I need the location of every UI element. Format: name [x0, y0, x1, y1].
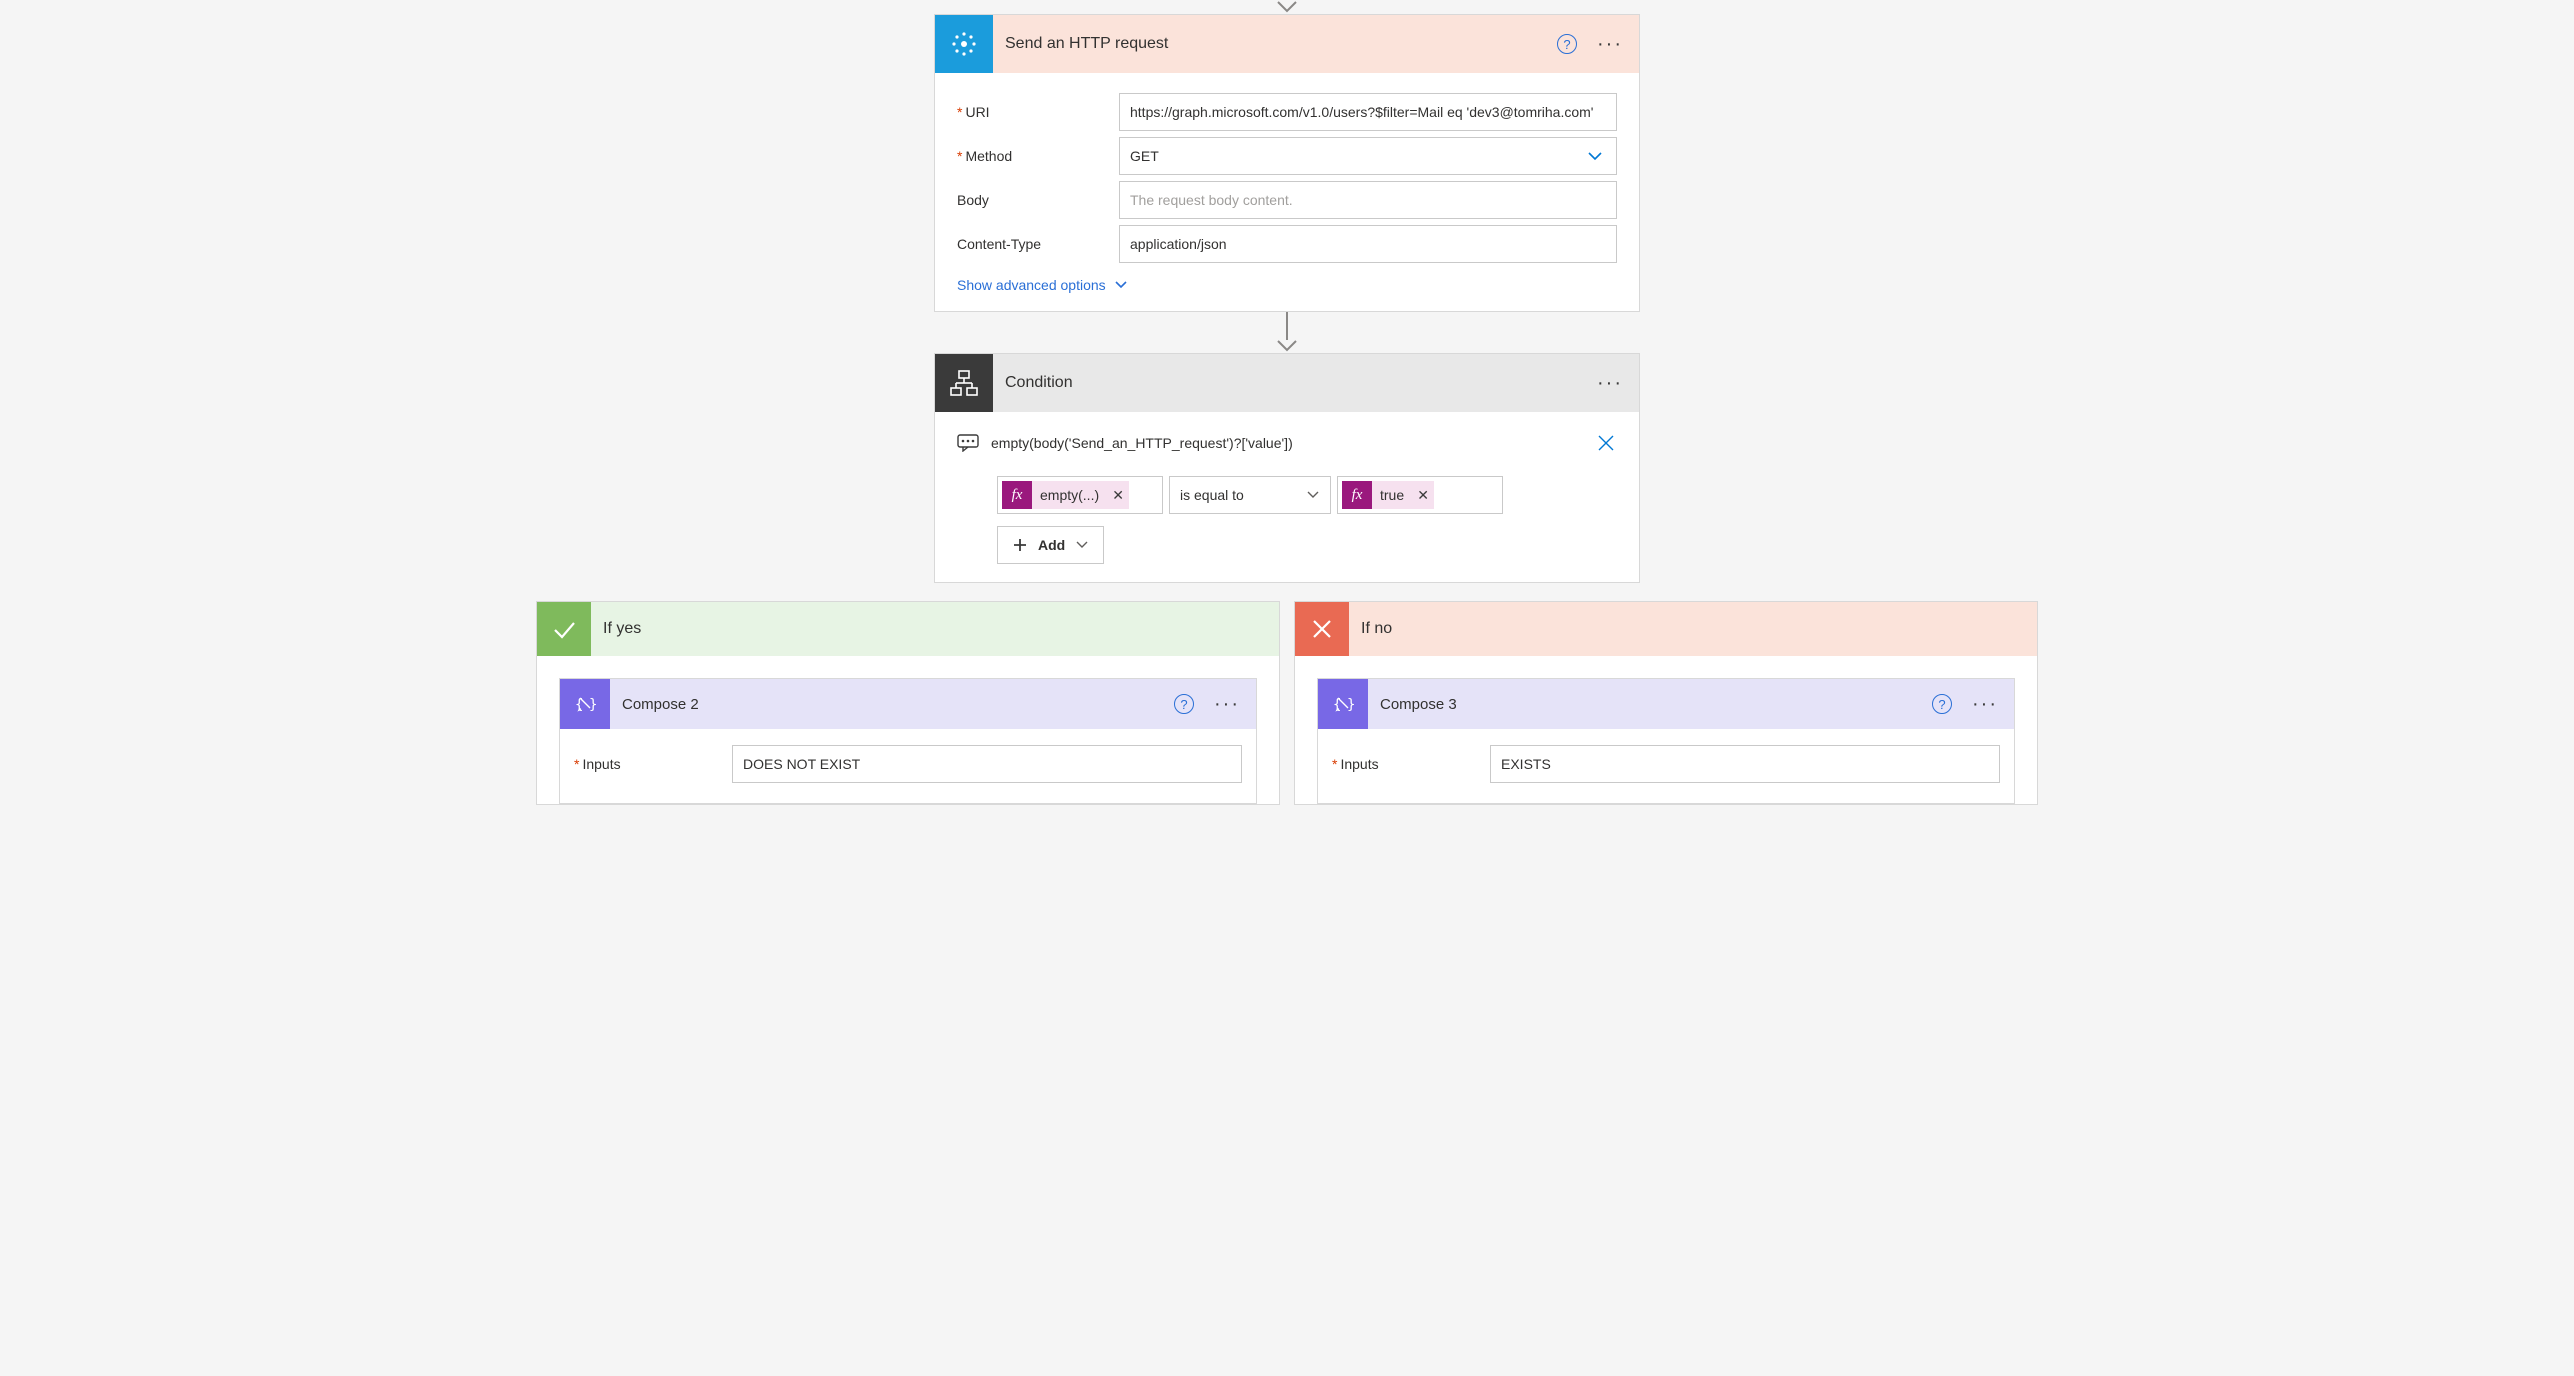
condition-expression: empty(body('Send_an_HTTP_request')?['val…	[991, 435, 1583, 451]
condition-row: fx empty(...) ✕ is equal to fx true ✕	[997, 476, 1617, 514]
chevron-down-icon	[1114, 278, 1128, 292]
compose3-inputs-field[interactable]: EXISTS	[1490, 745, 2000, 783]
svg-text:}: }	[1347, 697, 1355, 713]
show-advanced-link[interactable]: Show advanced options	[957, 277, 1128, 293]
condition-left-operand[interactable]: fx empty(...) ✕	[997, 476, 1163, 514]
svg-text:}: }	[589, 697, 597, 713]
compose2-inputs-label: Inputs	[574, 756, 732, 772]
uri-label: URI	[957, 104, 1119, 120]
if-yes-header[interactable]: If yes	[537, 602, 1279, 656]
condition-icon	[935, 354, 993, 412]
close-icon[interactable]	[1595, 432, 1617, 454]
body-input[interactable]: The request body content.	[1119, 181, 1617, 219]
method-select[interactable]: GET	[1119, 137, 1617, 175]
if-yes-title: If yes	[591, 620, 641, 638]
help-icon[interactable]: ?	[1557, 34, 1577, 54]
plus-icon	[1012, 537, 1028, 553]
uri-input[interactable]: https://graph.microsoft.com/v1.0/users?$…	[1119, 93, 1617, 131]
expression-icon	[957, 434, 979, 452]
advanced-label: Show advanced options	[957, 277, 1106, 293]
operator-value: is equal to	[1180, 487, 1244, 503]
chevron-down-icon	[1586, 147, 1604, 165]
help-icon[interactable]: ?	[1932, 694, 1952, 714]
if-no-header[interactable]: If no	[1295, 602, 2037, 656]
incoming-arrow	[536, 0, 2038, 14]
compose3-inputs-value: EXISTS	[1501, 756, 1551, 772]
condition-title: Condition	[993, 374, 1597, 392]
add-condition-button[interactable]: Add	[997, 526, 1104, 564]
uri-value: https://graph.microsoft.com/v1.0/users?$…	[1130, 104, 1593, 120]
compose-icon: {}	[1318, 679, 1368, 729]
ct-value: application/json	[1130, 236, 1227, 252]
help-icon[interactable]: ?	[1174, 694, 1194, 714]
compose2-inputs-value: DOES NOT EXIST	[743, 756, 860, 772]
add-label: Add	[1038, 537, 1065, 553]
chevron-down-icon	[1306, 488, 1320, 502]
http-request-action: Send an HTTP request ? ··· URI https://g…	[934, 14, 1640, 312]
remove-token-icon[interactable]: ✕	[1107, 481, 1129, 509]
remove-token-icon[interactable]: ✕	[1412, 481, 1434, 509]
ct-input[interactable]: application/json	[1119, 225, 1617, 263]
if-yes-branch: If yes {} Compose 2 ? ···	[536, 601, 1280, 805]
chevron-down-icon	[1075, 538, 1089, 552]
if-no-title: If no	[1349, 620, 1392, 638]
fx-icon: fx	[1342, 481, 1372, 509]
condition-operator-select[interactable]: is equal to	[1169, 476, 1331, 514]
compose3-inputs-label: Inputs	[1332, 756, 1490, 772]
condition-branches: If yes {} Compose 2 ? ···	[536, 601, 2038, 805]
close-icon	[1295, 602, 1349, 656]
condition-action: Condition ··· empty(body('Send_an_HTTP_r…	[934, 353, 1640, 583]
compose3-title: Compose 3	[1368, 696, 1932, 713]
token-text: empty(...)	[1032, 481, 1107, 509]
condition-header[interactable]: Condition ···	[935, 354, 1639, 412]
if-no-branch: If no {} Compose 3 ? ···	[1294, 601, 2038, 805]
compose2-inputs-field[interactable]: DOES NOT EXIST	[732, 745, 1242, 783]
compose3-header[interactable]: {} Compose 3 ? ···	[1318, 679, 2014, 729]
check-icon	[537, 602, 591, 656]
method-label: Method	[957, 148, 1119, 164]
compose2-action: {} Compose 2 ? ··· Inputs DOES NOT EXIST	[559, 678, 1257, 804]
body-label: Body	[957, 192, 1119, 208]
ct-label: Content-Type	[957, 236, 1119, 252]
method-value: GET	[1130, 148, 1159, 164]
compose-icon: {}	[560, 679, 610, 729]
compose3-action: {} Compose 3 ? ··· Inputs EXISTS	[1317, 678, 2015, 804]
body-placeholder: The request body content.	[1130, 192, 1293, 208]
token-text: true	[1372, 481, 1412, 509]
compose2-title: Compose 2	[610, 696, 1174, 713]
fx-token-true: fx true ✕	[1342, 481, 1434, 509]
fx-icon: fx	[1002, 481, 1032, 509]
condition-right-operand[interactable]: fx true ✕	[1337, 476, 1503, 514]
http-icon	[935, 15, 993, 73]
http-title: Send an HTTP request	[993, 35, 1557, 53]
compose2-header[interactable]: {} Compose 2 ? ···	[560, 679, 1256, 729]
fx-token-empty: fx empty(...) ✕	[1002, 481, 1129, 509]
http-header[interactable]: Send an HTTP request ? ···	[935, 15, 1639, 73]
